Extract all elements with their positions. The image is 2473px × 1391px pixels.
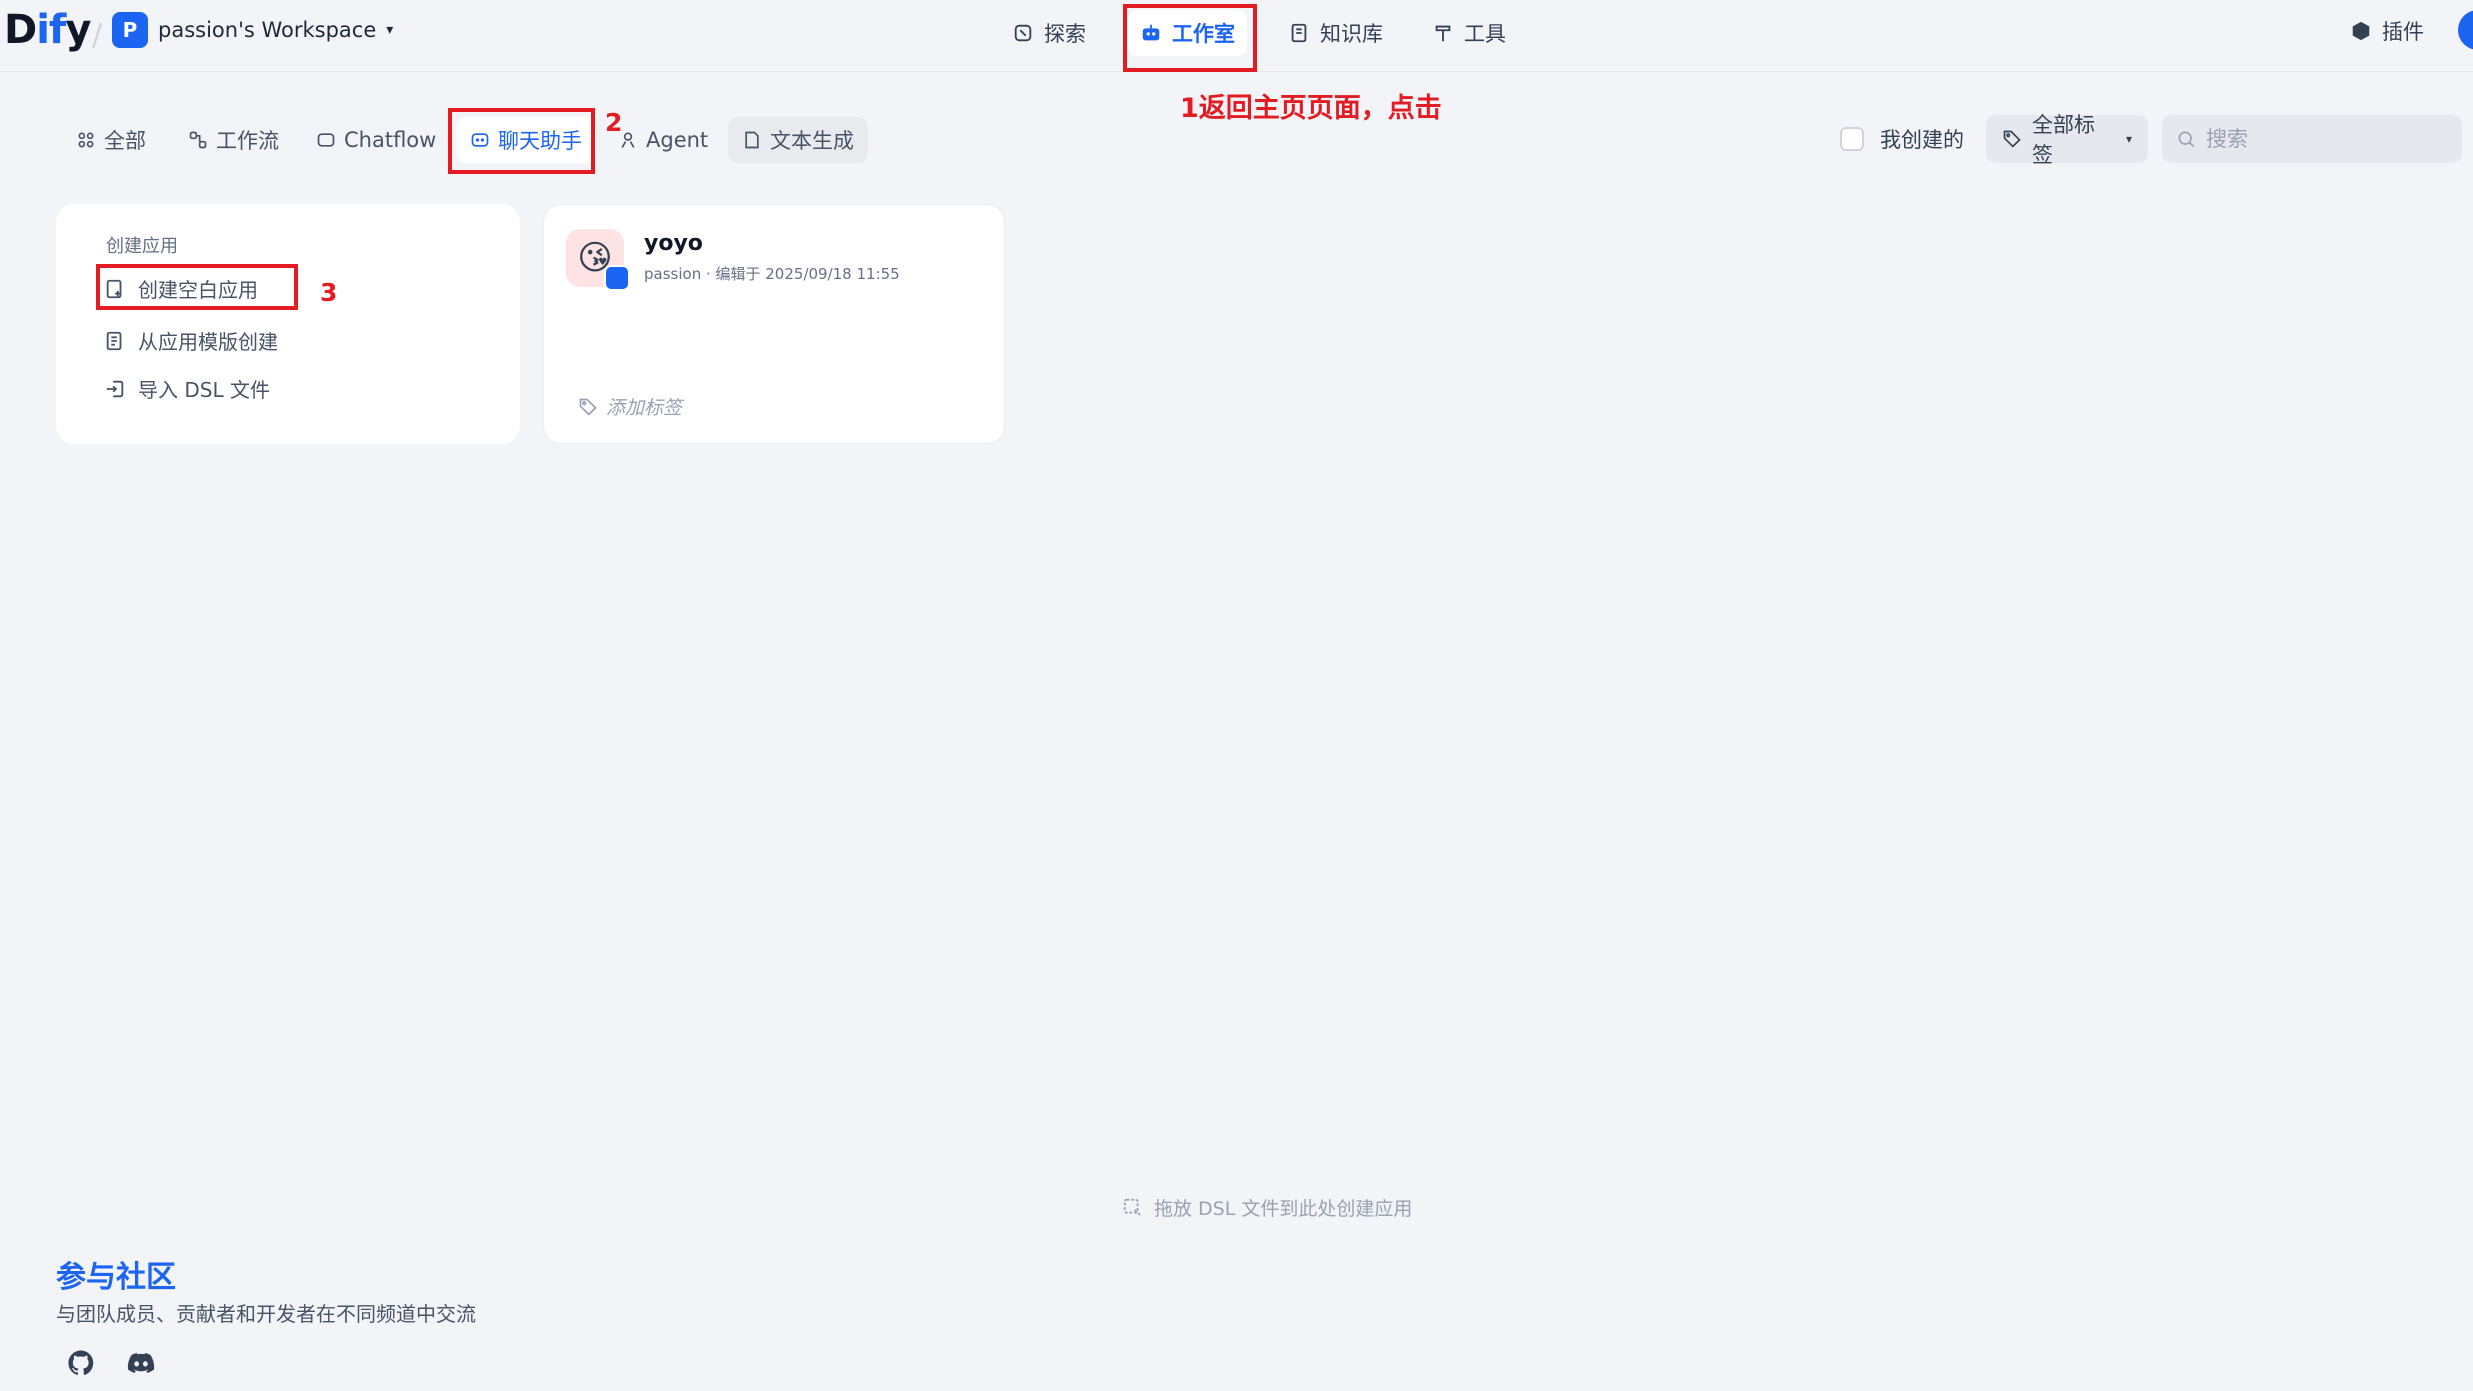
template-icon [106, 331, 122, 350]
logo-letter-y: y [65, 7, 91, 53]
plugin-button[interactable]: 插件 [2350, 12, 2424, 50]
tab-agent-label: Agent [646, 128, 709, 152]
dsl-drop-hint: 拖放 DSL 文件到此处创建应用 [1122, 1194, 1412, 1221]
compass-icon [1014, 24, 1032, 42]
tag-icon [579, 398, 597, 416]
nav-tools-label: 工具 [1464, 22, 1506, 46]
search-box[interactable] [2162, 115, 2462, 163]
dsl-drop-hint-label: 拖放 DSL 文件到此处创建应用 [1154, 1198, 1413, 1220]
add-tag-label: 添加标签 [606, 397, 683, 419]
tab-workflow[interactable]: 工作流 [174, 117, 293, 163]
create-app-title: 创建应用 [106, 236, 178, 257]
workflow-icon [189, 131, 207, 149]
tab-workflow-label: 工作流 [216, 129, 279, 153]
create-from-template-label: 从应用模版创建 [138, 330, 278, 354]
create-from-template-button[interactable]: 从应用模版创建 [104, 326, 278, 355]
drop-file-icon [1123, 1198, 1141, 1216]
nav-tools[interactable]: 工具 [1420, 10, 1518, 56]
tab-text-generation-label: 文本生成 [770, 129, 854, 153]
document-icon [745, 131, 759, 149]
community-title: 参与社区 [56, 1260, 176, 1295]
github-icon[interactable] [66, 1348, 96, 1378]
agent-icon [621, 132, 635, 148]
created-by-me-checkbox[interactable] [1840, 127, 1864, 151]
import-icon [106, 380, 124, 397]
dify-logo[interactable]: Dify [4, 6, 91, 54]
discord-icon[interactable] [126, 1348, 156, 1378]
search-input[interactable] [2206, 127, 2436, 151]
chat-bubble-icon [317, 133, 335, 147]
chevron-down-icon: ▾ [386, 22, 394, 38]
nav-explore[interactable]: 探索 [1000, 10, 1098, 56]
create-app-card: 创建应用 创建空白应用 从应用模版创建 导入 DSL 文件 [56, 204, 520, 444]
tab-all[interactable]: 全部 [62, 117, 160, 163]
grid-icon [78, 132, 94, 148]
tag-filter-label: 全部标签 [2032, 113, 2095, 167]
tab-agent[interactable]: Agent [604, 117, 722, 163]
app-meta: passion · 编辑于 2025/09/18 11:55 [644, 265, 900, 283]
workspace-avatar: P [112, 12, 148, 48]
workspace-switcher[interactable]: P passion's Workspace ▾ [112, 11, 393, 49]
nav-explore-label: 探索 [1044, 22, 1086, 46]
tag-icon [2003, 130, 2021, 148]
tab-chatflow[interactable]: Chatflow [302, 117, 450, 163]
logo-letter-d: D [4, 7, 37, 53]
nav-knowledge[interactable]: 知识库 [1276, 10, 1395, 56]
header-separator: / [92, 18, 103, 53]
search-icon [2178, 131, 2195, 148]
created-by-me-label: 我创建的 [1880, 128, 1964, 152]
community-description: 与团队成员、贡献者和开发者在不同频道中交流 [56, 1302, 476, 1326]
annotation-box-create-blank [96, 264, 298, 310]
nav-knowledge-label: 知识库 [1320, 22, 1383, 46]
plugin-label: 插件 [2382, 20, 2424, 44]
logo-letters-if: if [36, 7, 66, 53]
tag-filter-dropdown[interactable]: 全部标签 ▾ [1986, 113, 2148, 167]
import-dsl-label: 导入 DSL 文件 [138, 378, 270, 402]
annotation-box-studio [1123, 4, 1257, 72]
tab-text-generation[interactable]: 文本生成 [728, 117, 868, 163]
cube-icon [2352, 21, 2370, 41]
tab-chatflow-label: Chatflow [344, 128, 437, 152]
chevron-down-icon: ▾ [2125, 132, 2132, 146]
chat-assistant-badge-icon [604, 265, 630, 291]
annotation-step-1: 1返回主页页面，点击 [1180, 93, 1442, 124]
annotation-step-3: 3 [320, 278, 338, 307]
app-card[interactable]: 😘 yoyo passion · 编辑于 2025/09/18 11:55 添加… [543, 204, 1005, 444]
created-by-me-filter[interactable]: 我创建的 [1840, 124, 1964, 154]
app-name: yoyo [644, 231, 703, 256]
tab-all-label: 全部 [104, 129, 146, 153]
book-icon [1291, 23, 1307, 43]
workspace-name: passion's Workspace [158, 18, 377, 42]
import-dsl-button[interactable]: 导入 DSL 文件 [104, 374, 270, 403]
annotation-box-chat-tab [448, 108, 595, 174]
user-avatar[interactable] [2458, 10, 2473, 50]
hammer-icon [1435, 25, 1451, 42]
add-tag-button[interactable]: 添加标签 [578, 393, 682, 420]
